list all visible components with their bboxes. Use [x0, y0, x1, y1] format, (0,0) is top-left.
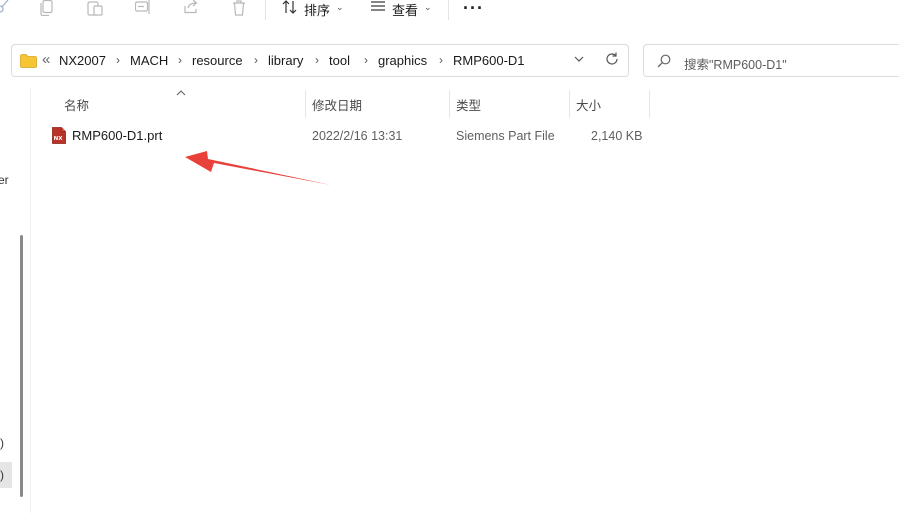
breadcrumb-item[interactable]: NX2007	[59, 53, 106, 68]
pane-divider[interactable]	[30, 88, 31, 513]
paste-icon[interactable]	[86, 0, 104, 16]
chevron-right-icon[interactable]: ›	[439, 53, 443, 67]
file-type: Siemens Part File	[456, 129, 555, 143]
sort-label: 排序	[304, 3, 331, 18]
search-box[interactable]: 搜索"RMP600-D1"	[643, 44, 899, 77]
search-input[interactable]: 搜索"RMP600-D1"	[684, 54, 787, 73]
chevron-right-icon[interactable]: ›	[116, 53, 120, 67]
sort-ascending-icon	[176, 86, 186, 100]
column-header-type[interactable]: 类型	[456, 95, 481, 114]
sort-button[interactable]: 排序 ⌄	[282, 0, 344, 18]
more-options-button[interactable]: ···	[463, 0, 484, 19]
file-size: 2,140 KB	[591, 129, 643, 143]
copy-icon[interactable]	[38, 0, 56, 16]
view-icon	[370, 0, 386, 15]
breadcrumb-item[interactable]: tool	[329, 53, 350, 68]
view-button[interactable]: 查看 ⌄	[370, 0, 432, 18]
file-icon-badge: NX	[54, 136, 64, 142]
folder-icon	[20, 54, 37, 71]
breadcrumb-item[interactable]: library	[268, 53, 303, 68]
sort-icon	[282, 0, 298, 17]
rename-icon[interactable]	[134, 0, 152, 16]
chevron-right-icon[interactable]: ›	[254, 53, 258, 67]
column-divider[interactable]	[569, 90, 570, 118]
breadcrumb-item[interactable]: RMP600-D1	[453, 53, 525, 68]
column-header-modified[interactable]: 修改日期	[312, 95, 362, 114]
file-name[interactable]: RMP600-D1.prt	[72, 128, 162, 143]
column-divider[interactable]	[649, 90, 650, 118]
view-label: 查看	[392, 3, 419, 18]
nav-item-label[interactable]: )	[0, 468, 4, 482]
chevron-right-icon[interactable]: ›	[178, 53, 182, 67]
column-header-name[interactable]: 名称	[64, 95, 89, 114]
file-modified-date: 2022/2/16 13:31	[312, 129, 403, 143]
command-toolbar: 排序 ⌄ 查看 ⌄ ···	[0, 0, 899, 20]
chevron-down-icon: ⌄	[336, 2, 344, 12]
chevron-right-icon[interactable]: ›	[364, 53, 368, 67]
navigation-pane	[0, 88, 30, 513]
breadcrumb-item[interactable]: resource	[192, 53, 243, 68]
nav-item-label[interactable]: )	[0, 436, 4, 450]
search-icon	[657, 54, 671, 71]
column-header-size[interactable]: 大小	[576, 95, 601, 114]
column-divider[interactable]	[305, 90, 306, 118]
chevron-right-icon[interactable]: ›	[315, 53, 319, 67]
delete-icon[interactable]	[230, 0, 248, 16]
chevron-down-icon: ⌄	[424, 2, 432, 12]
nav-item-label[interactable]: er	[0, 173, 9, 187]
nx-part-file-icon: NX	[52, 127, 66, 144]
cut-icon[interactable]	[0, 0, 12, 16]
breadcrumb-overflow[interactable]: «	[42, 51, 50, 68]
breadcrumb-item[interactable]: graphics	[378, 53, 427, 68]
column-divider[interactable]	[449, 90, 450, 118]
share-icon[interactable]	[182, 0, 200, 16]
refresh-icon[interactable]	[605, 52, 619, 69]
breadcrumb-item[interactable]: MACH	[130, 53, 168, 68]
address-bar[interactable]: « NX2007 › MACH › resource › library › t…	[11, 44, 629, 77]
toolbar-divider	[265, 0, 266, 20]
nav-scrollbar[interactable]	[20, 235, 23, 497]
toolbar-divider	[448, 0, 449, 20]
address-history-dropdown[interactable]	[573, 53, 585, 68]
